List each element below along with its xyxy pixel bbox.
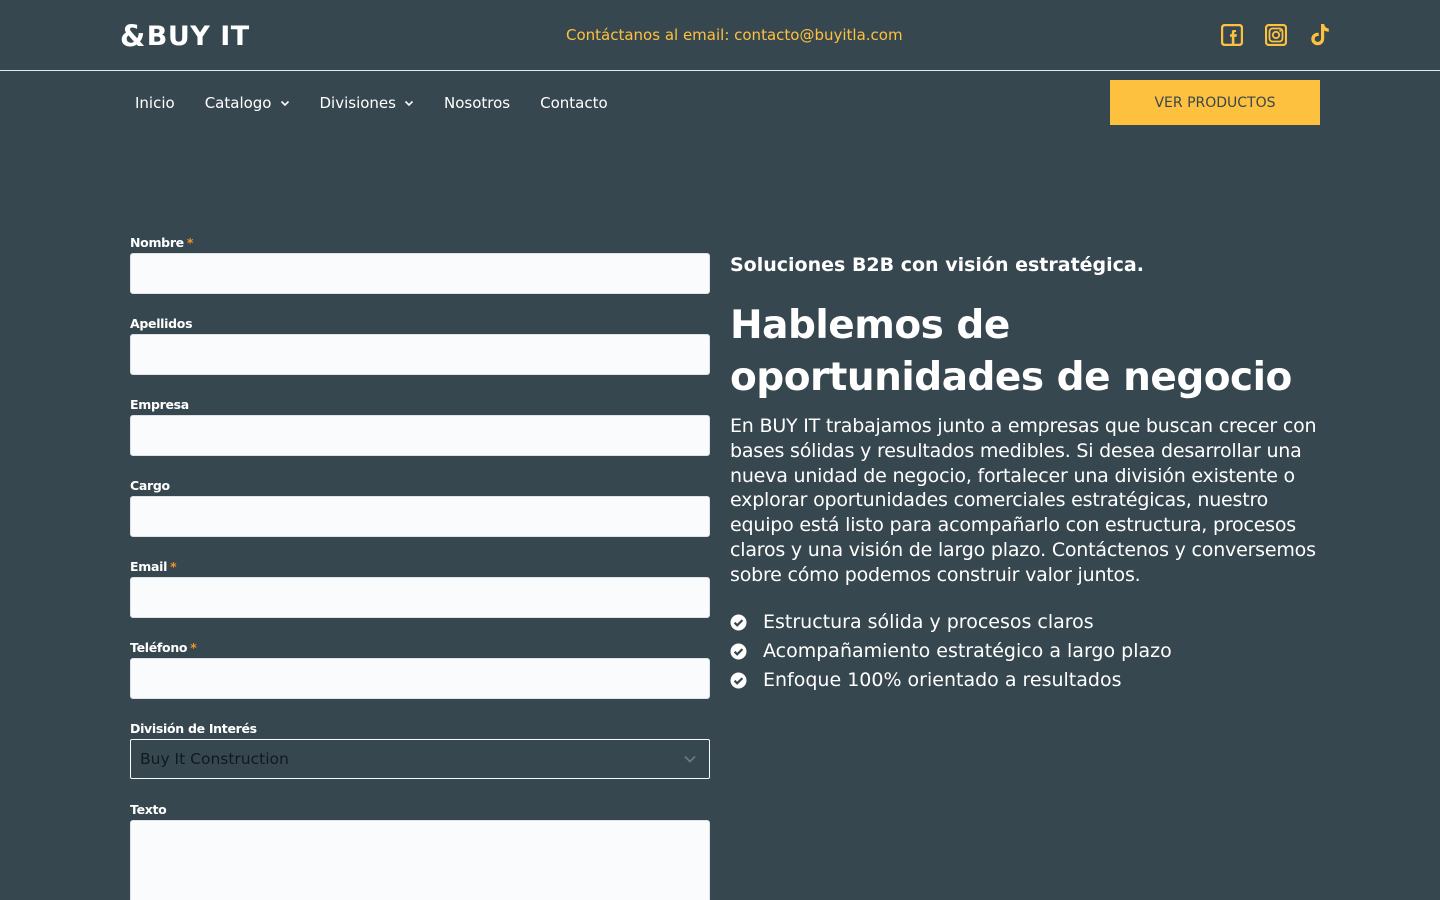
- field-label: Empresa: [130, 397, 189, 412]
- list-item: Enfoque 100% orientado a resultados: [730, 666, 1320, 695]
- chevron-down-icon: [404, 98, 414, 108]
- nav-label: Nosotros: [443, 93, 511, 112]
- eyebrow-text: Soluciones B2B con visión estratégica.: [730, 254, 1144, 276]
- empresa-input[interactable]: [130, 415, 710, 456]
- nav-item-divisiones[interactable]: Divisiones: [305, 94, 429, 112]
- page-title: Hablemos de oportunidades de negocio: [730, 303, 1292, 400]
- list-item: Acompañamiento estratégico a largo plazo: [730, 637, 1320, 666]
- benefits-list: Estructura sólida y procesos claros Acom…: [730, 608, 1320, 695]
- field-apellidos: Apellidos: [130, 313, 710, 394]
- benefit-text: Enfoque 100% orientado a resultados: [763, 669, 1122, 692]
- cargo-input[interactable]: [130, 496, 710, 537]
- label-text: Teléfono: [130, 640, 188, 655]
- nav-item-inicio[interactable]: Inicio: [120, 94, 190, 112]
- field-label: Teléfono *: [130, 637, 710, 658]
- field-cargo: Cargo: [130, 475, 710, 556]
- chevron-down-icon: [683, 750, 697, 768]
- logo-text: BUY IT: [146, 20, 250, 52]
- label-text: Email: [130, 559, 168, 574]
- list-item: Estructura sólida y procesos claros: [730, 608, 1320, 637]
- nav-item-contacto[interactable]: Contacto: [525, 94, 623, 112]
- telefono-input[interactable]: [130, 658, 710, 699]
- nombre-input[interactable]: [130, 253, 710, 294]
- contact-email[interactable]: Contáctanos al email: contacto@buyitla.c…: [566, 26, 903, 44]
- benefit-text: Acompañamiento estratégico a largo plazo: [763, 640, 1172, 663]
- field-label: Cargo: [130, 478, 170, 493]
- nav-label: Inicio: [135, 93, 175, 112]
- intro-section: Soluciones B2B con visión estratégica. H…: [730, 252, 1320, 695]
- nav-label: Contacto: [540, 93, 608, 112]
- contact-form: Nombre * Apellidos Empresa Cargo Email * T…: [130, 232, 710, 900]
- field-label: Apellidos: [130, 316, 193, 331]
- logo-ampersand: &: [120, 19, 146, 53]
- check-circle-icon: [730, 672, 747, 689]
- label-text: Nombre: [130, 235, 184, 250]
- field-label: Nombre *: [130, 232, 710, 253]
- nav-label: Catalogo: [204, 93, 272, 112]
- nav-item-catalogo[interactable]: Catalogo: [190, 94, 305, 112]
- field-empresa: Empresa: [130, 394, 710, 475]
- field-texto: Texto: [130, 799, 710, 900]
- nav-label: Divisiones: [319, 93, 396, 112]
- division-selected-value: Buy It Construction: [140, 750, 289, 768]
- benefit-text: Estructura sólida y procesos claros: [763, 611, 1094, 634]
- check-circle-icon: [730, 614, 747, 631]
- chevron-down-icon: [280, 98, 290, 108]
- logo[interactable]: & BUY IT: [120, 19, 250, 53]
- field-label: Email *: [130, 556, 710, 577]
- field-telefono: Teléfono *: [130, 637, 710, 718]
- social-links: [1220, 22, 1332, 48]
- texto-textarea[interactable]: [130, 820, 710, 900]
- apellidos-input[interactable]: [130, 334, 710, 375]
- lead-paragraph: En BUY IT trabajamos junto a empresas qu…: [730, 415, 1317, 586]
- email-input[interactable]: [130, 577, 710, 618]
- field-label: División de Interés: [130, 721, 257, 736]
- required-mark: *: [170, 559, 177, 574]
- field-nombre: Nombre *: [130, 232, 710, 313]
- field-division: División de Interés Buy It Construction: [130, 718, 710, 799]
- tiktok-icon[interactable]: [1308, 22, 1332, 48]
- field-label: Texto: [130, 802, 167, 817]
- nav-item-nosotros[interactable]: Nosotros: [429, 94, 525, 112]
- main-nav: Inicio Catalogo Divisiones Nosotros Cont…: [120, 80, 623, 125]
- ver-productos-button[interactable]: VER PRODUCTOS: [1110, 80, 1320, 125]
- facebook-icon[interactable]: [1220, 22, 1244, 48]
- check-circle-icon: [730, 643, 747, 660]
- required-mark: *: [186, 235, 194, 250]
- field-email: Email *: [130, 556, 710, 637]
- top-bar: & BUY IT Contáctanos al email: contacto@…: [0, 0, 1440, 71]
- required-mark: *: [190, 640, 197, 655]
- instagram-icon[interactable]: [1264, 22, 1288, 48]
- division-select[interactable]: Buy It Construction: [130, 739, 710, 779]
